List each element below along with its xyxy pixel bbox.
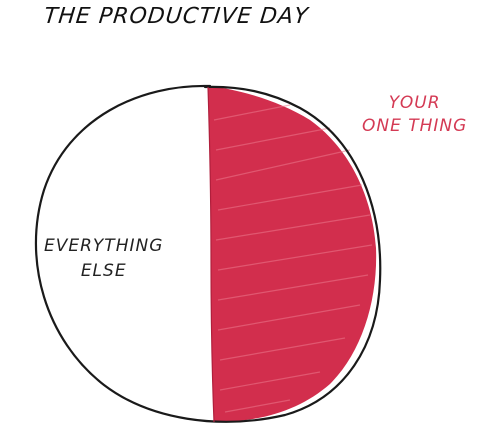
one-thing-label-line1: YOUR [388, 93, 441, 113]
one-thing-label: YOUR ONE THING [362, 92, 467, 138]
everything-else-label-line2: ELSE [80, 261, 127, 281]
one-thing-label-line2: ONE THING [362, 116, 468, 136]
everything-else-label-line1: EVERYTHING [44, 236, 164, 256]
everything-else-label: EVERYTHING ELSE [44, 234, 163, 284]
productive-day-circle [34, 84, 382, 423]
diagram-title: THE PRODUCTIVE DAY [42, 4, 310, 29]
diagram-canvas: THE PRODUCTIVE DAY YOUR ONE THING EVERYT… [0, 0, 496, 436]
